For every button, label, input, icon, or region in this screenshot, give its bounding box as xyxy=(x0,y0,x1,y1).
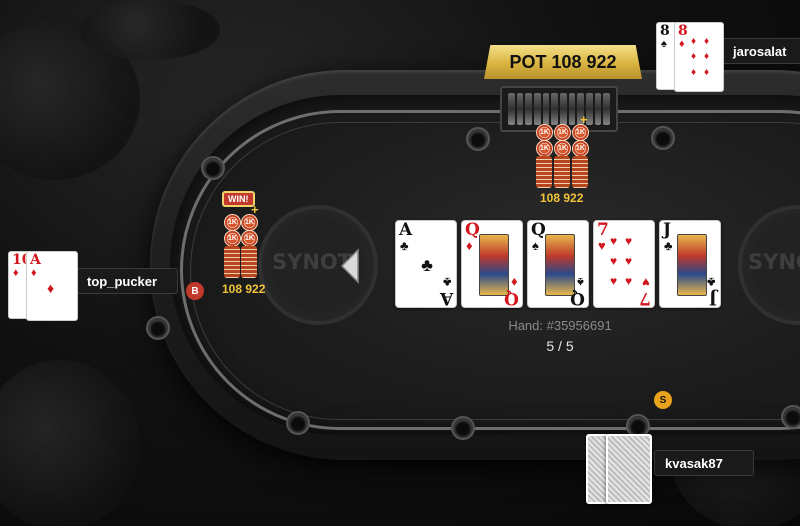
chip-1k: 1K xyxy=(554,140,571,157)
card-rank: A xyxy=(399,220,413,240)
queen-face-illustration xyxy=(545,234,575,296)
card-suit: ♥ xyxy=(598,238,606,253)
player-name-top-pucker[interactable]: top_pucker xyxy=(76,268,178,294)
card-suit: ♠ xyxy=(532,238,539,253)
plus-icon: + xyxy=(580,112,588,127)
player-name-jarosalat[interactable]: jarosalat xyxy=(722,38,800,64)
player-hole-card: 8 ♦ ♦ ♦ ♦ ♦ ♦ ♦ xyxy=(674,22,724,92)
chip-1k: 1K xyxy=(572,140,589,157)
hand-progress: 5 / 5 xyxy=(546,338,574,354)
chip-1k: 1K xyxy=(536,140,553,157)
winner-amount: 108 922 xyxy=(222,282,266,296)
poker-table-scene: SYNOT SYNOT POT 108 922 1K 1K 1K 1K 1K 1… xyxy=(0,0,800,526)
board-card: J ♣ J ♣ xyxy=(659,220,721,308)
player-hole-card-back xyxy=(606,434,652,504)
chip-1k: 1K xyxy=(224,214,241,231)
pot-banner: POT 108 922 xyxy=(484,45,642,79)
win-badge: WIN! xyxy=(222,191,255,207)
rail-cup-holder xyxy=(146,316,170,340)
pot-chips-amount: 108 922 xyxy=(540,191,584,205)
card-rank: Q xyxy=(531,220,546,240)
hand-id: Hand: #35956691 xyxy=(508,318,612,333)
card-suit: ♦ xyxy=(466,238,473,253)
pot-label: POT 108 922 xyxy=(509,51,617,72)
player-name-kvasak87[interactable]: kvasak87 xyxy=(654,450,754,476)
rail-cup-holder xyxy=(451,416,475,440)
background-chair xyxy=(80,0,220,60)
board-card: Q ♦ Q ♦ xyxy=(461,220,523,308)
club-icon: ♣ xyxy=(421,254,433,275)
collapse-arrow-icon[interactable] xyxy=(340,248,360,284)
background-chair xyxy=(0,360,140,526)
chip-1k: 1K xyxy=(241,230,258,247)
small-blind-button: S xyxy=(654,391,672,409)
jack-face-illustration xyxy=(677,234,707,296)
rail-cup-holder xyxy=(201,156,225,180)
rail-cup-holder xyxy=(781,405,800,429)
player-hole-card: A ♦ ♦ xyxy=(26,251,78,321)
rail-cup-holder xyxy=(651,126,675,150)
card-rank: 7 xyxy=(597,220,609,240)
chip-1k: 1K xyxy=(224,230,241,247)
table-logo-right: SYNOT xyxy=(748,250,800,274)
heart-pips: ♥ ♥ ♥ ♥ ♥ ♥ xyxy=(610,234,633,288)
board-card: Q ♠ Q ♠ xyxy=(527,220,589,308)
board-card: A ♣ ♣ A ♣ xyxy=(395,220,457,308)
card-rank: J xyxy=(663,220,672,240)
rail-cup-holder xyxy=(286,411,310,435)
big-blind-button: B xyxy=(186,282,204,300)
chip-1k: 1K xyxy=(536,124,553,141)
chip-1k: 1K xyxy=(554,124,571,141)
board-card: 7 ♥ ♥ ♥ ♥ ♥ ♥ ♥ 7 ♥ xyxy=(593,220,655,308)
plus-icon: + xyxy=(251,202,259,217)
rail-cup-holder xyxy=(466,127,490,151)
card-suit: ♣ xyxy=(400,238,409,253)
card-suit: ♣ xyxy=(664,238,673,253)
card-rank: Q xyxy=(465,220,480,240)
queen-face-illustration xyxy=(479,234,509,296)
